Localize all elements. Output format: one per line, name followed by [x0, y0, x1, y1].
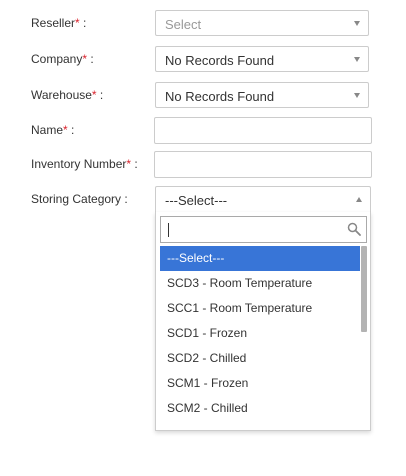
reseller-select[interactable]: Select: [155, 10, 369, 36]
inventory-number-input[interactable]: [154, 151, 372, 178]
company-select[interactable]: No Records Found: [155, 46, 369, 72]
name-input[interactable]: [154, 117, 372, 144]
dropdown-option[interactable]: SCD3 - Room Temperature: [160, 271, 360, 296]
storing-category-label: Storing Category :: [31, 192, 128, 206]
company-row: Company* : No Records Found: [0, 46, 406, 74]
storing-category-options: ---Select--- SCD3 - Room Temperature SCC…: [160, 246, 360, 421]
inventory-number-row: Inventory Number* :: [0, 151, 406, 179]
storing-category-dropdown: ---Select--- SCD3 - Room Temperature SCC…: [155, 212, 371, 431]
warehouse-select[interactable]: No Records Found: [155, 82, 369, 108]
dropdown-option[interactable]: SCD1 - Frozen: [160, 321, 360, 346]
search-icon: [347, 222, 361, 236]
dropdown-option[interactable]: SCD2 - Chilled: [160, 346, 360, 371]
text-cursor: [168, 223, 169, 237]
reseller-row: Reseller* : Select: [0, 10, 406, 38]
reseller-label: Reseller* :: [31, 16, 87, 30]
dropdown-option[interactable]: SCM1 - Frozen: [160, 371, 360, 396]
storing-category-search-input[interactable]: [160, 216, 367, 243]
name-row: Name* :: [0, 117, 406, 145]
warehouse-select-value: No Records Found: [165, 89, 275, 104]
warehouse-row: Warehouse* : No Records Found: [0, 82, 406, 110]
storing-category-row: Storing Category : ---Select---: [0, 186, 406, 214]
warehouse-label: Warehouse* :: [31, 88, 104, 102]
dropdown-option[interactable]: SCM2 - Chilled: [160, 396, 360, 421]
dropdown-option[interactable]: ---Select---: [160, 246, 360, 271]
storing-category-select-value: ---Select---: [165, 193, 228, 208]
reseller-select-value: Select: [165, 17, 202, 32]
chevron-up-icon: [356, 197, 362, 202]
storing-category-select[interactable]: ---Select---: [155, 186, 371, 212]
inventory-number-label: Inventory Number* :: [31, 157, 138, 171]
chevron-down-icon: [354, 57, 360, 62]
dropdown-option[interactable]: SCC1 - Room Temperature: [160, 296, 360, 321]
company-select-value: No Records Found: [165, 53, 275, 68]
dropdown-scrollbar[interactable]: [361, 246, 367, 332]
name-label: Name* :: [31, 123, 75, 137]
chevron-down-icon: [354, 21, 360, 26]
company-label: Company* :: [31, 52, 94, 66]
chevron-down-icon: [354, 93, 360, 98]
